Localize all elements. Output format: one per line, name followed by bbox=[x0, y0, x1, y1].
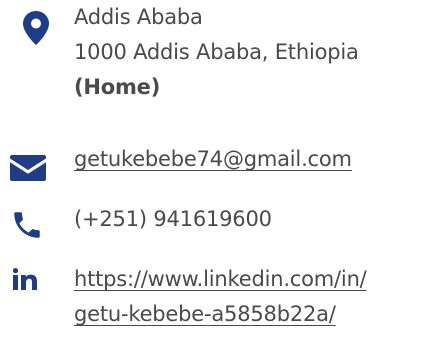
address-line-2: 1000 Addis Ababa, Ethiopia bbox=[74, 40, 359, 64]
envelope-icon bbox=[10, 155, 46, 181]
phone-row: (+251) 941619600 bbox=[0, 202, 434, 242]
phone-icon bbox=[14, 212, 40, 238]
address-line-1: Addis Ababa bbox=[74, 5, 203, 29]
email-link[interactable]: getukebebe74@gmail.com bbox=[74, 147, 352, 171]
email-row: getukebebe74@gmail.com bbox=[0, 142, 434, 182]
location-pin-icon bbox=[23, 11, 49, 45]
linkedin-row: https://www.linkedin.com/in/ getu-kebebe… bbox=[0, 262, 434, 338]
linkedin-link-line-2[interactable]: getu-kebebe-a5858b22a/ bbox=[74, 297, 434, 332]
phone-text: (+251) 941619600 bbox=[74, 202, 434, 237]
contact-info: Addis Ababa 1000 Addis Ababa, Ethiopia (… bbox=[0, 0, 434, 338]
address-row: Addis Ababa 1000 Addis Ababa, Ethiopia (… bbox=[0, 0, 434, 130]
address-label: (Home) bbox=[74, 75, 161, 99]
email-text: getukebebe74@gmail.com bbox=[74, 142, 434, 177]
phone-number: (+251) 941619600 bbox=[74, 207, 272, 231]
linkedin-link-line-1[interactable]: https://www.linkedin.com/in/ bbox=[74, 262, 434, 297]
address-text: Addis Ababa 1000 Addis Ababa, Ethiopia (… bbox=[74, 0, 434, 105]
linkedin-text: https://www.linkedin.com/in/ getu-kebebe… bbox=[74, 262, 434, 332]
linkedin-icon bbox=[13, 268, 37, 290]
